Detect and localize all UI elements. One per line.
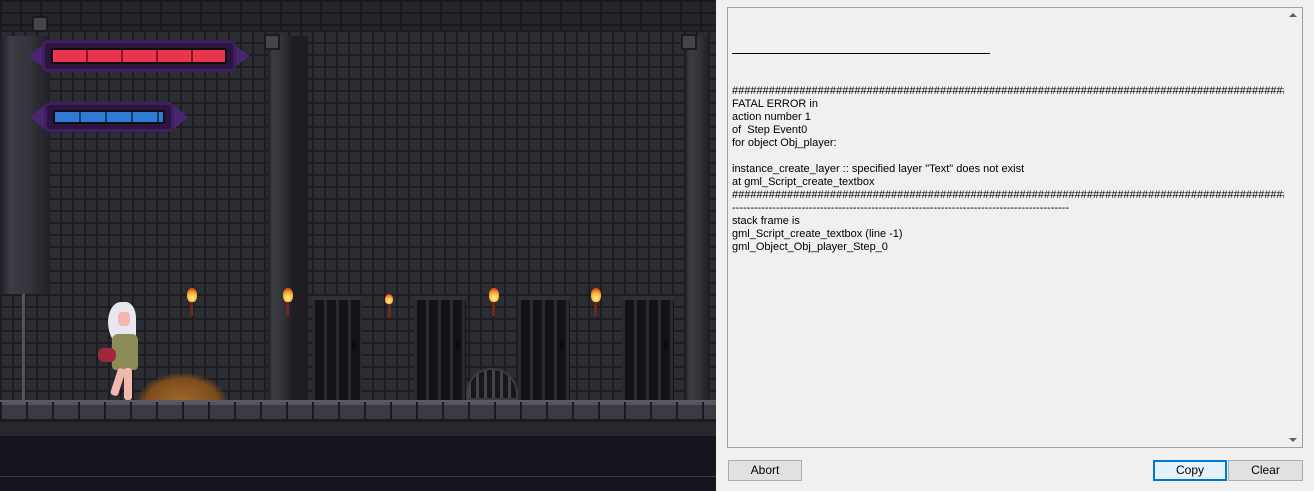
- error-line: stack frame is: [732, 215, 800, 227]
- error-line: gml_Script_create_textbox (line -1): [732, 228, 903, 240]
- copy-button[interactable]: Copy: [1153, 460, 1227, 481]
- error-line: of Step Event0: [732, 124, 808, 136]
- vertical-scrollbar[interactable]: [1285, 8, 1302, 447]
- health-bar: [28, 38, 250, 74]
- error-text: ########################################…: [732, 27, 1284, 280]
- torch-3: [384, 294, 396, 334]
- scroll-up-arrow-icon[interactable]: [1289, 13, 1297, 17]
- pillar-2-cap: [681, 34, 697, 50]
- torch-2: [282, 288, 294, 328]
- torch-5: [590, 288, 602, 328]
- clear-button[interactable]: Clear: [1228, 460, 1303, 481]
- error-line: action number 1: [732, 111, 811, 123]
- error-dialog: ########################################…: [716, 0, 1314, 491]
- hud-baseline: [0, 476, 716, 477]
- health-bar-fill: [51, 48, 227, 64]
- error-line: for object Obj_player:: [732, 137, 837, 149]
- left-stone-column: [0, 36, 50, 294]
- scroll-down-arrow-icon[interactable]: [1289, 438, 1297, 442]
- error-line: ########################################…: [732, 85, 1284, 97]
- game-viewport: [0, 0, 716, 491]
- red-bundle: [98, 348, 116, 362]
- prison-cell-2: [414, 296, 466, 404]
- left-column-cap: [32, 16, 48, 32]
- torch-4: [488, 288, 500, 328]
- prison-cell-4: [622, 296, 674, 404]
- mana-bar-fill: [53, 110, 165, 124]
- error-message-box[interactable]: ########################################…: [727, 7, 1303, 448]
- error-line: [732, 150, 1284, 163]
- pillar-1-cap: [264, 34, 280, 50]
- inner-shadow: [292, 36, 308, 402]
- torch-1: [186, 288, 198, 328]
- abort-button[interactable]: Abort: [728, 460, 802, 481]
- error-lines: ########################################…: [732, 85, 1284, 254]
- prison-cell-1: [312, 296, 362, 404]
- hay-pile: [136, 372, 228, 402]
- void: [0, 436, 716, 491]
- pillar-2: [685, 36, 709, 402]
- top-rule: [732, 53, 990, 54]
- error-line: gml_Object_Obj_player_Step_0: [732, 241, 888, 253]
- error-line: ----------------------------------------…: [732, 202, 1070, 214]
- error-line: FATAL ERROR in: [732, 98, 818, 110]
- mana-bar: [30, 100, 188, 134]
- prison-cell-3: [518, 296, 570, 404]
- error-line: at gml_Script_create_textbox: [732, 176, 875, 188]
- left-column-pipe: [22, 294, 25, 400]
- error-line: ########################################…: [732, 189, 1284, 201]
- stone-floor: [0, 400, 716, 422]
- error-line: instance_create_layer :: specified layer…: [732, 163, 1025, 175]
- player-character: [96, 302, 142, 402]
- pillar-1: [268, 36, 292, 402]
- floor-underside: [0, 422, 716, 436]
